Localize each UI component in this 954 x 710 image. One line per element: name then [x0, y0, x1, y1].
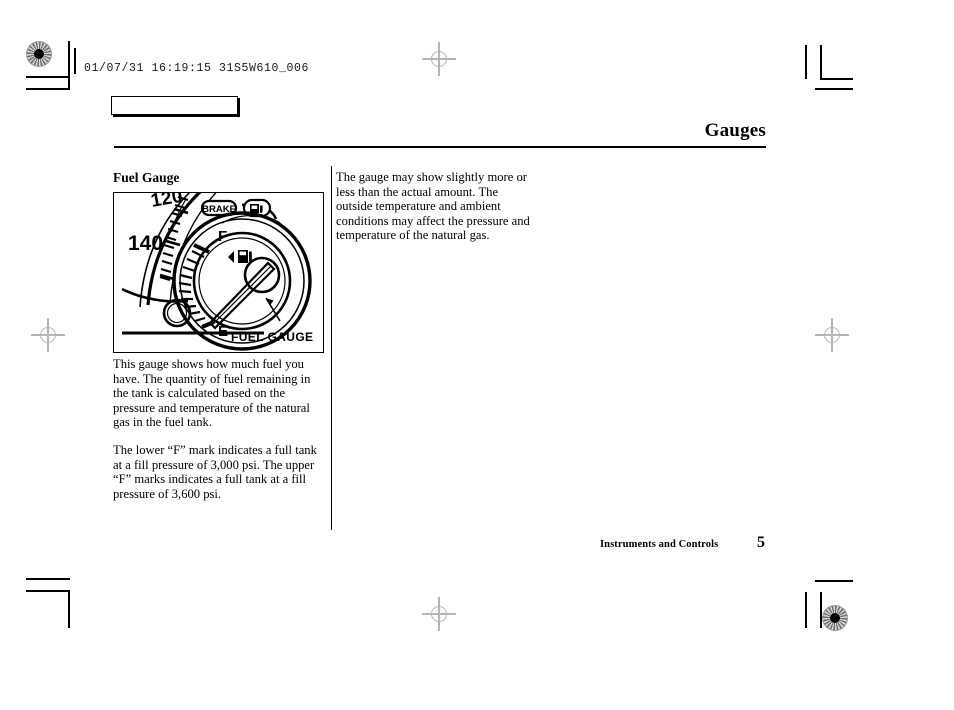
header-margin-rule	[74, 48, 76, 74]
svg-text:140: 140	[128, 232, 163, 255]
crop-mark-bottom-right-corner-horizontal	[805, 592, 807, 628]
crop-mark-top-right-vertical	[805, 45, 807, 79]
registration-rosette-bottom-right	[822, 605, 848, 631]
registration-crosshair-left-middle	[31, 318, 65, 352]
registration-crosshair-right-middle	[815, 318, 849, 352]
crop-mark-bottom-right-horizontal	[815, 580, 853, 582]
registration-crosshair-bottom-center	[422, 597, 456, 631]
registration-crosshair-top-center	[422, 42, 456, 76]
crop-mark-top-right-corner-horizontal	[820, 78, 853, 80]
right-column: The gauge may show slightly more or less…	[336, 170, 536, 256]
paragraph-fill-pressure: The lower “F” mark indicates a full tank…	[113, 442, 317, 501]
footer-page-number: 5	[757, 534, 765, 551]
registration-rosette-top-left	[26, 41, 52, 67]
fuel-gauge-illustration: 120 140 BRAKE F E FUEL GAUGE	[113, 192, 324, 353]
section-heading-fuel-gauge: Fuel Gauge	[113, 170, 180, 185]
crop-mark-top-left-horizontal	[26, 76, 68, 78]
crop-mark-bottom-left-horizontal-2	[26, 590, 68, 592]
scan-header-stamp: 01/07/31 16:19:15 31S5W610_006	[84, 62, 310, 75]
header-blank-box	[111, 96, 238, 115]
crop-mark-top-left-vertical	[68, 41, 70, 88]
footer-section-label: Instruments and Controls	[600, 539, 719, 550]
svg-text:F: F	[218, 228, 227, 245]
crop-mark-top-right-corner-vertical	[820, 45, 822, 80]
crop-mark-bottom-left-vertical	[68, 590, 70, 628]
crop-mark-top-left-horizontal-2	[26, 88, 70, 90]
figure-caption-fuel-gauge: FUEL GAUGE	[231, 330, 314, 344]
page-title: Gauges	[704, 120, 766, 141]
left-column: Fuel Gauge	[113, 170, 325, 192]
crop-mark-top-right-horizontal-2	[815, 88, 853, 90]
crop-mark-bottom-right-corner-vertical	[820, 592, 822, 628]
title-underline-rule	[114, 146, 766, 148]
column-divider	[331, 166, 332, 530]
paragraph-gauge-description: This gauge shows how much fuel you have.…	[113, 357, 311, 430]
crop-mark-bottom-left-horizontal	[26, 578, 70, 580]
left-column-body: This gauge shows how much fuel you have.…	[113, 357, 327, 514]
paragraph-accuracy-note: The gauge may show slightly more or less…	[336, 170, 530, 243]
